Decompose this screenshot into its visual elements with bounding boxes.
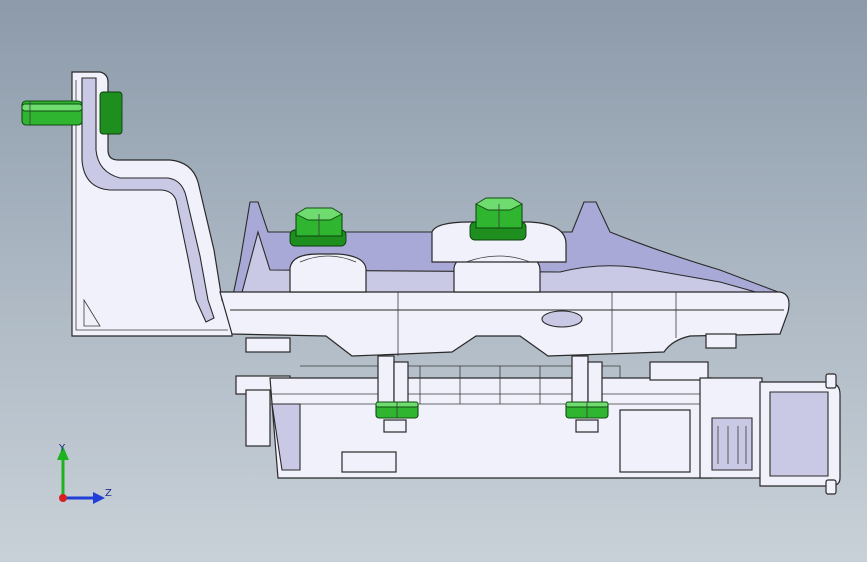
bracket-nut[interactable]	[99, 91, 123, 135]
x-axis-origin	[59, 494, 67, 502]
lower-tab	[341, 451, 397, 473]
slot-hole	[541, 310, 583, 328]
mounting-bracket[interactable]	[21, 71, 233, 337]
cad-assembly-model[interactable]	[0, 0, 867, 562]
connector-latch-bottom[interactable]	[825, 479, 837, 495]
upper-bolt-right[interactable]	[469, 197, 527, 241]
connector-latch-top[interactable]	[825, 373, 837, 389]
y-axis-label: Y	[58, 443, 66, 454]
z-axis-head	[93, 492, 105, 504]
graphics-viewport[interactable]: Y Z	[0, 0, 867, 562]
lower-nut-right[interactable]	[565, 401, 609, 419]
coordinate-triad: Y Z	[57, 443, 112, 504]
lower-nut-left[interactable]	[375, 401, 419, 419]
upper-bolt-left[interactable]	[289, 207, 347, 247]
z-axis-label: Z	[105, 488, 112, 499]
electrical-connector[interactable]	[699, 373, 841, 495]
lower-module-box[interactable]	[235, 355, 713, 479]
